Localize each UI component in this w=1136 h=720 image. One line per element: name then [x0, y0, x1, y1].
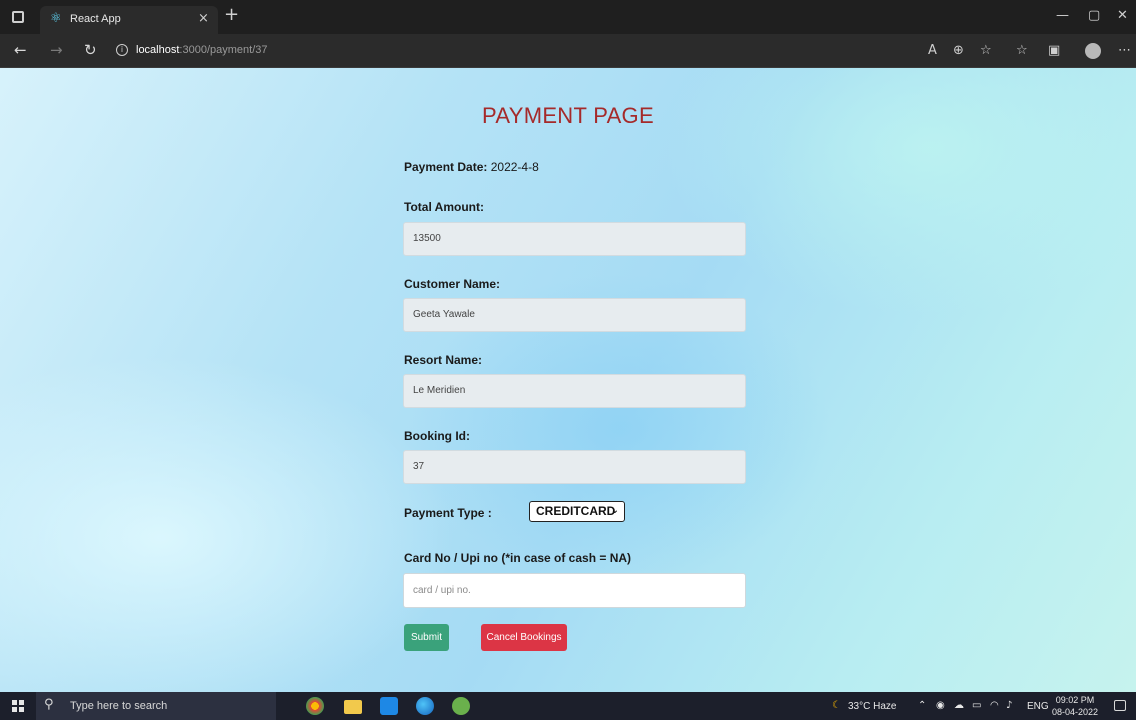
submit-button[interactable]: Submit [404, 624, 449, 651]
language-indicator[interactable]: ENG [1027, 701, 1049, 712]
weather-icon: ☾ [832, 700, 841, 711]
system-clock[interactable]: 09:02 PM 08-04-2022 [1052, 694, 1098, 718]
back-icon[interactable]: ← [14, 42, 27, 58]
browser-tab-bar: ⚛ React App × + — ▢ ✕ [0, 0, 1136, 34]
weather-text[interactable]: 33°C Haze [848, 701, 896, 712]
chevron-up-icon[interactable]: ⌃ [918, 700, 926, 711]
payment-type-select[interactable]: CREDITCARD ⌄ [529, 501, 625, 522]
chrome-app-icon[interactable] [306, 697, 324, 715]
tab-close-icon[interactable]: × [198, 11, 209, 26]
booking-id-field[interactable]: 37 [403, 450, 746, 484]
refresh-icon[interactable]: ↻ [84, 42, 97, 58]
volume-icon[interactable]: ♪ [1006, 700, 1012, 711]
meet-now-icon[interactable]: ◉ [936, 700, 945, 711]
taskbar: ⚲ Type here to search ☾ 33°C Haze ⌃ ◉ ☁ … [0, 692, 1136, 720]
page-title: PAYMENT PAGE [482, 103, 654, 128]
onedrive-icon[interactable]: ☁ [954, 700, 964, 711]
tab-title: React App [70, 13, 121, 25]
add-favorite-icon[interactable]: ☆ [980, 43, 992, 58]
booking-id-label: Booking Id: [404, 429, 470, 443]
favorites-icon[interactable]: ☆ [1016, 43, 1028, 58]
more-menu-icon[interactable]: ⋯ [1118, 43, 1131, 58]
windows-start-icon[interactable] [12, 700, 24, 712]
cancel-bookings-button[interactable]: Cancel Bookings [481, 624, 567, 651]
battery-icon[interactable]: ▭ [972, 700, 981, 711]
new-tab-icon[interactable]: + [224, 5, 239, 25]
total-amount-label: Total Amount: [404, 200, 484, 214]
card-no-label: Card No / Upi no (*in case of cash = NA) [404, 551, 632, 565]
browser-tab[interactable]: ⚛ React App × [40, 6, 218, 34]
card-no-input[interactable]: card / upi no. [403, 573, 746, 608]
resort-name-field[interactable]: Le Meridien [403, 374, 746, 408]
payment-date-label: Payment Date: [404, 160, 488, 174]
customer-name-field[interactable]: Geeta Yawale [403, 298, 746, 332]
clock-date: 08-04-2022 [1052, 707, 1099, 717]
page-content: PAYMENT PAGE Payment Date: 2022-4-8 Tota… [0, 68, 1136, 692]
url-field[interactable]: localhost:3000/payment/37 [136, 44, 268, 56]
payment-date-row: Payment Date: 2022-4-8 [404, 160, 539, 174]
url-host: localhost [136, 44, 180, 56]
zoom-icon[interactable]: ⊕ [953, 43, 964, 58]
site-info-icon[interactable]: i [116, 44, 128, 56]
chevron-down-icon: ⌄ [610, 505, 619, 516]
tab-actions-icon[interactable] [12, 11, 24, 23]
close-window-icon[interactable]: ✕ [1117, 8, 1128, 23]
url-path: :3000/payment/37 [179, 44, 268, 56]
notifications-icon[interactable] [1114, 700, 1126, 711]
vscode-icon[interactable] [380, 697, 398, 715]
taskbar-search[interactable]: ⚲ Type here to search [36, 692, 276, 720]
payment-type-selected: CREDITCARD [536, 504, 616, 518]
customer-name-label: Customer Name: [404, 277, 501, 291]
spring-tool-icon[interactable] [452, 697, 470, 715]
edge-browser-icon[interactable] [416, 697, 434, 715]
read-aloud-icon[interactable]: A [928, 43, 937, 58]
network-icon[interactable]: ◠ [990, 700, 999, 711]
profile-avatar[interactable] [1085, 43, 1101, 59]
search-placeholder: Type here to search [70, 700, 168, 712]
minimize-icon[interactable]: — [1056, 8, 1069, 23]
clock-time: 09:02 PM [1055, 695, 1095, 705]
search-icon: ⚲ [44, 697, 54, 712]
react-logo-icon: ⚛ [50, 11, 62, 26]
file-explorer-icon[interactable] [344, 700, 362, 714]
collections-icon[interactable]: ▣ [1048, 43, 1060, 58]
forward-icon[interactable]: → [50, 42, 63, 58]
address-bar: ← → ↻ i localhost:3000/payment/37 A ⊕ ☆ … [0, 34, 1136, 68]
total-amount-field[interactable]: 13500 [403, 222, 746, 256]
payment-type-label: Payment Type : [404, 506, 492, 520]
maximize-icon[interactable]: ▢ [1088, 8, 1100, 23]
payment-date-value: 2022-4-8 [490, 160, 539, 174]
resort-name-label: Resort Name: [404, 353, 483, 367]
